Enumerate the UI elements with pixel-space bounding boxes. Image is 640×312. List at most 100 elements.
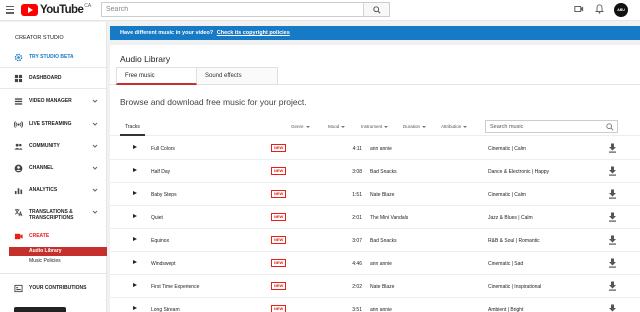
- translate-icon: [14, 208, 23, 217]
- sidebar-item-label: COMMUNITY: [29, 143, 60, 149]
- track-genre-mood: Cinematic | Calm: [488, 192, 526, 198]
- sidebar-item-channel[interactable]: CHANNEL: [0, 163, 107, 175]
- gear-icon: [14, 53, 23, 62]
- table-row[interactable]: First Time Experience NEW 2:02 Nate Blaze Ci…: [110, 275, 640, 298]
- play-icon[interactable]: [133, 214, 137, 218]
- table-row[interactable]: Full Colors NEW 4:11 ann annie Cinematic | C…: [110, 137, 640, 160]
- dropdown-arrow-icon: [463, 125, 468, 128]
- table-row[interactable]: Windswept NEW 4:46 ann annie Cinematic | Sad: [110, 252, 640, 275]
- sidebar-item-community[interactable]: COMMUNITY: [0, 141, 107, 153]
- play-icon[interactable]: [133, 260, 137, 264]
- table-row[interactable]: Half Day NEW 3:08 Bad Snacks Dance & Electro…: [110, 160, 640, 183]
- page-title: Audio Library: [120, 54, 171, 64]
- track-title: Full Colors: [151, 146, 175, 152]
- sidebar-item-your-contributions[interactable]: YOUR CONTRIBUTIONS: [0, 283, 107, 295]
- duration-filter[interactable]: Duration: [403, 124, 427, 129]
- download-icon[interactable]: [608, 212, 617, 222]
- new-badge: NEW: [271, 144, 287, 152]
- download-icon[interactable]: [608, 258, 617, 268]
- dropdown-arrow-icon: [384, 125, 389, 128]
- track-artist: The Mini Vandals: [370, 215, 409, 221]
- play-icon[interactable]: [133, 191, 137, 195]
- play-icon[interactable]: [133, 168, 137, 172]
- track-duration: 3:07: [352, 238, 362, 244]
- play-icon[interactable]: [133, 283, 137, 287]
- download-icon[interactable]: [608, 189, 617, 199]
- hamburger-menu-icon[interactable]: [6, 6, 14, 14]
- track-title: Long Stream: [151, 307, 180, 312]
- track-artist: Nate Blaze: [370, 192, 395, 198]
- table-row[interactable]: Equinox NEW 3:07 Bad Snacks R&B & Soul | Rom…: [110, 229, 640, 252]
- dashboard-icon: [14, 74, 23, 83]
- table-row[interactable]: Quiet NEW 2:01 The Mini Vandals Jazz & Blues…: [110, 206, 640, 229]
- youtube-logo[interactable]: YouTube CA: [21, 3, 92, 16]
- youtube-play-icon: [21, 4, 38, 16]
- attribution-filter[interactable]: Attribution: [441, 124, 468, 129]
- play-icon[interactable]: [133, 237, 137, 241]
- library-subtitle: Browse and download free music for your …: [120, 97, 307, 107]
- download-icon[interactable]: [608, 143, 617, 153]
- tab-sound-effects[interactable]: Sound effects: [197, 67, 278, 85]
- play-icon[interactable]: [133, 306, 137, 310]
- track-genre-mood: Cinematic | Calm: [488, 146, 526, 152]
- track-genre-mood: Cinematic | Sad: [488, 261, 524, 267]
- track-genre-mood: Cinematic | Inspirational: [488, 284, 542, 290]
- duration-filter-label: Duration: [403, 124, 421, 129]
- search-music-box: [485, 120, 618, 133]
- sidebar-item-dashboard[interactable]: DASHBOARD: [0, 73, 107, 85]
- sidebar-item-label: ANALYTICS: [29, 187, 58, 193]
- sidebar-item-analytics[interactable]: ANALYTICS: [0, 185, 107, 197]
- download-icon[interactable]: [608, 304, 617, 312]
- table-row[interactable]: Long Stream NEW 3:51 ann annie Ambient | Bri…: [110, 298, 640, 312]
- mood-filter[interactable]: Mood: [328, 124, 346, 129]
- video-manager-icon: [14, 98, 23, 105]
- track-title: Half Day: [151, 169, 171, 175]
- sidebar-item-live-streaming[interactable]: LIVE STREAMING: [0, 119, 107, 131]
- track-genre-mood: Ambient | Bright: [488, 307, 524, 312]
- notifications-bell-icon[interactable]: [595, 4, 604, 14]
- tab-tracks[interactable]: Tracks: [120, 118, 145, 136]
- search-music-input[interactable]: [486, 121, 601, 132]
- banner-link[interactable]: Check its copyright policies: [217, 30, 290, 36]
- avatar[interactable]: ABU: [614, 3, 628, 17]
- contributions-icon: [14, 284, 23, 293]
- track-duration: 4:46: [352, 261, 362, 267]
- divider: [0, 88, 107, 89]
- upload-video-icon[interactable]: [574, 4, 584, 14]
- sidebar-item-label: VIDEO MANAGER: [29, 98, 72, 104]
- sidebar-subitem-audio-library[interactable]: Audio Library: [9, 247, 107, 256]
- sidebar-item-video-manager[interactable]: VIDEO MANAGER: [0, 96, 107, 108]
- sidebar-subitem-music-policies[interactable]: Music Policies: [9, 257, 107, 266]
- divider: [0, 273, 107, 274]
- download-icon[interactable]: [608, 281, 617, 291]
- sidebar-item-try-studio-beta[interactable]: TRY STUDIO BETA: [0, 52, 107, 64]
- copyright-banner: Have different music in your video? Chec…: [110, 26, 640, 40]
- search-input[interactable]: [102, 3, 364, 16]
- search-icon[interactable]: [606, 123, 614, 131]
- download-icon[interactable]: [608, 235, 617, 245]
- search-button[interactable]: [363, 3, 389, 16]
- new-badge: NEW: [271, 190, 287, 198]
- track-title: Baby Steps: [151, 192, 177, 198]
- sidebar-item-translations[interactable]: TRANSLATIONS & TRANSCRIPTIONS: [0, 207, 107, 223]
- sidebar-item-create[interactable]: CREATE: [0, 231, 107, 243]
- download-icon[interactable]: [608, 166, 617, 176]
- sidebar-item-label: CREATE: [29, 233, 50, 239]
- divider: [0, 67, 107, 68]
- table-row[interactable]: Baby Steps NEW 1:51 Nate Blaze Cinematic | C…: [110, 183, 640, 206]
- sidebar: CREATOR STUDIO TRY STUDIO BETA DASHBOARD…: [0, 22, 107, 312]
- track-duration: 2:02: [352, 284, 362, 290]
- genre-filter[interactable]: Genre: [291, 124, 310, 129]
- track-title: Quiet: [151, 215, 163, 221]
- chevron-down-icon: [92, 166, 98, 170]
- sidebar-bottom-button[interactable]: [14, 307, 66, 312]
- track-artist: Nate Blaze: [370, 284, 395, 290]
- tab-free-music[interactable]: Free music: [116, 67, 197, 85]
- play-icon[interactable]: [133, 145, 137, 149]
- chevron-down-icon: [92, 122, 98, 126]
- instrument-filter[interactable]: Instrument: [361, 124, 389, 129]
- logo-region: CA: [84, 3, 92, 9]
- sidebar-item-label: LIVE STREAMING: [29, 121, 72, 127]
- chevron-down-icon: [92, 99, 98, 103]
- track-duration: 4:11: [352, 146, 362, 152]
